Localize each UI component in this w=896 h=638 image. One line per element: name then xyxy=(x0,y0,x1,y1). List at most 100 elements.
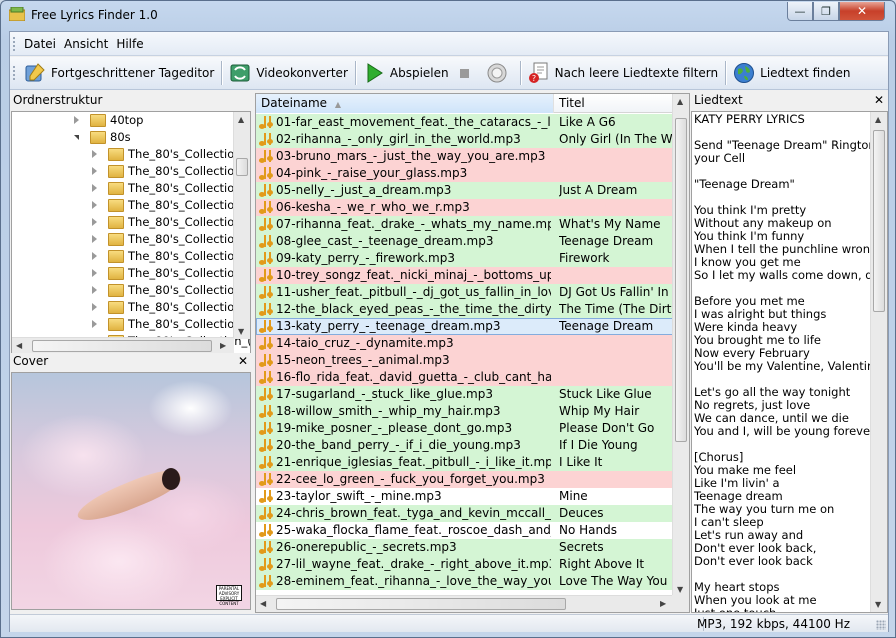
table-row[interactable]: 23-taylor_swift_-_mine.mp3 Mine xyxy=(256,488,674,505)
file-list-hscrollbar[interactable]: ◀ ▶ xyxy=(256,595,674,612)
expand-arrow-icon[interactable] xyxy=(92,218,97,226)
expand-arrow-icon[interactable] xyxy=(92,286,97,294)
lyrics-textbox[interactable]: KATY PERRY LYRICS Send "Teenage Dream" R… xyxy=(691,111,888,613)
scroll-left-arrow[interactable]: ◀ xyxy=(260,599,266,608)
table-row[interactable]: 03-bruno_mars_-_just_the_way_you_are.mp3 xyxy=(256,148,674,165)
table-row[interactable]: 19-mike_posner_-_please_dont_go.mp3 Pleas… xyxy=(256,420,674,437)
filter-empty-lyrics-button[interactable]: ? Nach leere Liedtexte filtern xyxy=(524,60,723,86)
table-row[interactable]: 09-katy_perry_-_firework.mp3 Firework xyxy=(256,250,674,267)
cover-close-icon[interactable]: ✕ xyxy=(238,353,248,370)
table-row[interactable]: 17-sugarland_-_stuck_like_glue.mp3 Stuck … xyxy=(256,386,674,403)
table-row[interactable]: 16-flo_rida_feat._david_guetta_-_club_ca… xyxy=(256,369,674,386)
scroll-left-arrow[interactable]: ◀ xyxy=(16,341,22,350)
file-list-scroll-thumb[interactable] xyxy=(675,118,687,442)
table-row[interactable]: 12-the_black_eyed_peas_-_the_time_the_di… xyxy=(256,301,674,318)
expand-arrow-icon[interactable] xyxy=(92,235,97,243)
table-row[interactable]: 01-far_east_movement_feat._the_cataracs_… xyxy=(256,114,674,131)
expand-arrow-icon[interactable] xyxy=(92,252,97,260)
folder-tree-item[interactable]: The_80's_Collection_( xyxy=(12,265,250,282)
table-row[interactable]: 04-pink_-_raise_your_glass.mp3 xyxy=(256,165,674,182)
expand-arrow-icon[interactable] xyxy=(92,303,97,311)
table-row[interactable]: 28-eminem_feat._rihanna_-_love_the_way_y… xyxy=(256,573,674,590)
table-row[interactable]: 08-glee_cast_-_teenage_dream.mp3 Teenage … xyxy=(256,233,674,250)
table-row[interactable]: 18-willow_smith_-_whip_my_hair.mp3 Whip M… xyxy=(256,403,674,420)
folder-tree-item[interactable]: 80s xyxy=(12,129,242,146)
folder-tree-item[interactable]: 40top xyxy=(12,112,242,129)
minimize-button[interactable]: — xyxy=(787,2,813,21)
column-header-filename[interactable]: Dateiname ▲ xyxy=(256,94,554,113)
table-row[interactable]: 27-lil_wayne_feat._drake_-_right_above_i… xyxy=(256,556,674,573)
play-button[interactable]: Abspielen xyxy=(359,60,453,86)
lyrics-close-icon[interactable]: ✕ xyxy=(874,92,884,109)
folder-tree-item[interactable]: The_80's_Collection_( xyxy=(12,316,250,333)
resize-grip[interactable] xyxy=(876,620,886,630)
table-row[interactable]: 10-trey_songz_feat._nicki_minaj_-_bottom… xyxy=(256,267,674,284)
scroll-right-arrow[interactable]: ▶ xyxy=(660,599,666,608)
folder-tree-item[interactable]: The_80's_Collection_( xyxy=(12,163,250,180)
scroll-up-arrow[interactable]: ▲ xyxy=(677,97,683,106)
scroll-up-arrow[interactable]: ▲ xyxy=(875,115,881,124)
stop-button[interactable] xyxy=(453,60,482,86)
close-button[interactable]: ✕ xyxy=(839,2,885,21)
title-cell: I Like It xyxy=(559,455,603,469)
table-row[interactable]: 22-cee_lo_green_-_fuck_you_forget_you.mp… xyxy=(256,471,674,488)
scroll-right-arrow[interactable]: ▶ xyxy=(220,341,226,350)
scroll-down-arrow[interactable]: ▼ xyxy=(677,585,683,594)
folder-tree-vscrollbar[interactable]: ▲ ▼ xyxy=(233,112,250,339)
folder-tree-item[interactable]: The_80's_Collection_( xyxy=(12,231,250,248)
file-list-hscroll-thumb[interactable] xyxy=(276,598,566,610)
expand-arrow-icon[interactable] xyxy=(92,184,97,192)
table-row[interactable]: 20-the_band_perry_-_if_i_die_young.mp3 If… xyxy=(256,437,674,454)
column-header-title[interactable]: Titel xyxy=(554,94,674,113)
expand-arrow-icon[interactable] xyxy=(92,320,97,328)
lyrics-text[interactable]: KATY PERRY LYRICS Send "Teenage Dream" R… xyxy=(694,113,887,613)
volume-button[interactable] xyxy=(482,60,517,86)
table-row[interactable]: 06-kesha_-_we_r_who_we_r.mp3 xyxy=(256,199,674,216)
menu-ansicht[interactable]: Ansicht xyxy=(60,35,112,53)
lyrics-scroll-thumb[interactable] xyxy=(873,130,885,312)
scroll-down-arrow[interactable]: ▼ xyxy=(238,327,244,336)
table-row[interactable]: 07-rihanna_feat._drake_-_whats_my_name.m… xyxy=(256,216,674,233)
table-row[interactable]: 24-chris_brown_feat._tyga_and_kevin_mcca… xyxy=(256,505,674,522)
folder-tree-item[interactable]: The_80's_Collection_( xyxy=(12,197,250,214)
folder-tree-hscrollbar[interactable]: ◀ ▶ xyxy=(12,337,234,354)
table-row[interactable]: 14-taio_cruz_-_dynamite.mp3 xyxy=(256,335,674,352)
menu-datei[interactable]: Datei xyxy=(20,35,60,53)
expand-arrow-icon[interactable] xyxy=(92,201,97,209)
expand-arrow-icon[interactable] xyxy=(74,116,79,124)
parental-advisory-logo: PARENTAL ADVISORY EXPLICIT CONTENT xyxy=(216,585,242,606)
folder-tree-item[interactable]: The_80's_Collection_( xyxy=(12,146,250,163)
table-row[interactable]: 13-katy_perry_-_teenage_dream.mp3 Teenage… xyxy=(256,318,674,335)
folder-tree-hscroll-thumb[interactable] xyxy=(32,340,212,352)
video-converter-button[interactable]: Videokonverter xyxy=(225,60,352,86)
find-lyrics-button[interactable]: Liedtext finden xyxy=(729,60,854,86)
expand-arrow-icon[interactable] xyxy=(92,167,97,175)
table-row[interactable]: 15-neon_trees_-_animal.mp3 xyxy=(256,352,674,369)
table-row[interactable]: 21-enrique_iglesias_feat._pitbull_-_i_li… xyxy=(256,454,674,471)
table-row[interactable]: 02-rihanna_-_only_girl_in_the_world.mp3 O… xyxy=(256,131,674,148)
table-row[interactable]: 26-onerepublic_-_secrets.mp3 Secrets xyxy=(256,539,674,556)
table-row[interactable]: 11-usher_feat._pitbull_-_dj_got_us_falli… xyxy=(256,284,674,301)
folder-tree-item[interactable]: The_80's_Collection_( xyxy=(12,299,250,316)
file-list[interactable]: Dateiname ▲ Titel 01-far_east_movement_f… xyxy=(255,93,690,613)
table-row[interactable]: 05-nelly_-_just_a_dream.mp3 Just A Dream xyxy=(256,182,674,199)
tag-editor-button[interactable]: Fortgeschrittener Tageditor xyxy=(20,60,218,86)
folder-tree[interactable]: 40top 80s The_80's_Collection_(The_80's_Co… xyxy=(11,111,251,355)
folder-tree-item[interactable]: The_80's_Collection_( xyxy=(12,214,250,231)
folder-tree-item[interactable]: The_80's_Collection_( xyxy=(12,180,250,197)
folder-tree-item[interactable]: The_80's_Collection_( xyxy=(12,248,250,265)
folder-tree-item[interactable]: The_80's_Collection_( xyxy=(12,282,250,299)
filename-cell: 04-pink_-_raise_your_glass.mp3 xyxy=(276,166,468,180)
menu-hilfe[interactable]: Hilfe xyxy=(112,35,147,53)
table-row[interactable]: 25-waka_flocka_flame_feat._roscoe_dash_a… xyxy=(256,522,674,539)
expand-arrow-icon[interactable] xyxy=(92,269,97,277)
folder-tree-scroll-thumb[interactable] xyxy=(236,158,248,176)
file-list-vscrollbar[interactable]: ▲ ▼ xyxy=(672,94,689,597)
lyrics-vscrollbar[interactable]: ▲ ▼ xyxy=(870,112,887,612)
scroll-down-arrow[interactable]: ▼ xyxy=(875,600,881,609)
maximize-button[interactable]: ❐ xyxy=(813,2,839,21)
scroll-up-arrow[interactable]: ▲ xyxy=(238,115,244,124)
expand-arrow-icon[interactable] xyxy=(92,150,97,158)
collapse-arrow-icon[interactable] xyxy=(74,135,79,140)
title-bar[interactable]: Free Lyrics Finder 1.0 — ❐ ✕ xyxy=(1,1,895,29)
